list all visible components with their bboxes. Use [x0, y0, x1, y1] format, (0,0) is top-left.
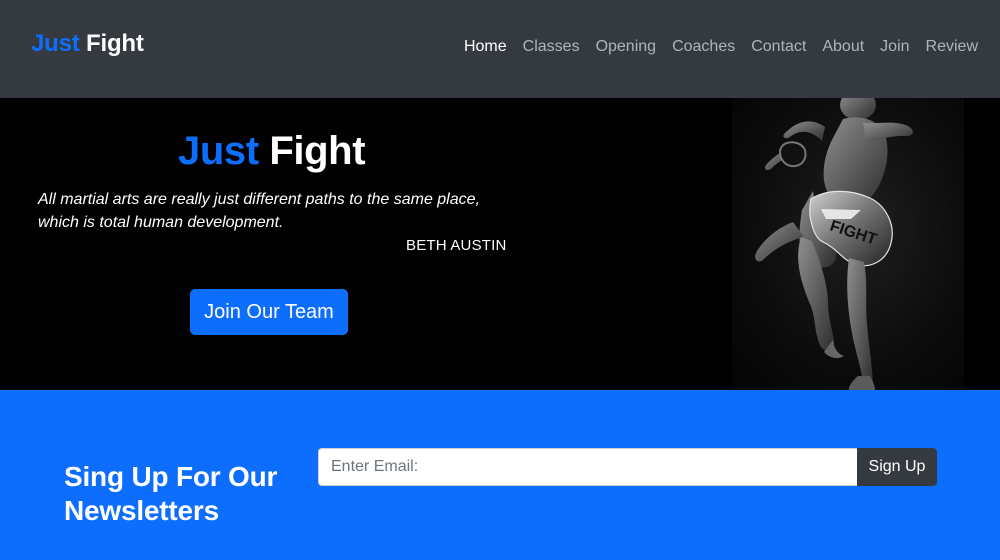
nav-item-join[interactable]: Join	[880, 36, 909, 58]
nav-item-classes[interactable]: Classes	[523, 36, 580, 58]
brand-logo[interactable]: Just Fight	[31, 29, 144, 59]
nav-item-home[interactable]: Home	[464, 36, 507, 58]
email-input[interactable]	[318, 448, 858, 486]
nav-item-coaches[interactable]: Coaches	[672, 36, 735, 58]
newsletter-title: Sing Up For Our Newsletters	[64, 461, 278, 527]
sign-up-button[interactable]: Sign Up	[857, 448, 937, 486]
hero-title-fight: Fight	[269, 128, 366, 173]
nav-links: Home Classes Opening Coaches Contact Abo…	[464, 36, 978, 58]
fighter-illustration: FIGHT	[755, 98, 913, 390]
hero-title: Just Fight	[178, 128, 366, 174]
nav-item-about[interactable]: About	[822, 36, 864, 58]
nav-item-opening[interactable]: Opening	[596, 36, 657, 58]
brand-part-fight: Fight	[86, 30, 144, 57]
brand-part-just: Just	[31, 30, 80, 57]
nav-item-review[interactable]: Review	[926, 36, 978, 58]
top-navbar: Just Fight Home Classes Opening Coaches …	[0, 0, 1000, 98]
martial-artist-kick-image: FIGHT	[732, 98, 964, 390]
hero-section: Just Fight All martial arts are really j…	[0, 98, 1000, 390]
nav-item-contact[interactable]: Contact	[751, 36, 806, 58]
hero-quote: All martial arts are really just differe…	[38, 191, 480, 231]
newsletter-section: Sing Up For Our Newsletters Sign Up	[0, 390, 1000, 560]
hero-title-just: Just	[178, 128, 259, 173]
join-team-button[interactable]: Join Our Team	[190, 289, 348, 335]
quote-author: BETH AUSTIN	[406, 237, 507, 254]
